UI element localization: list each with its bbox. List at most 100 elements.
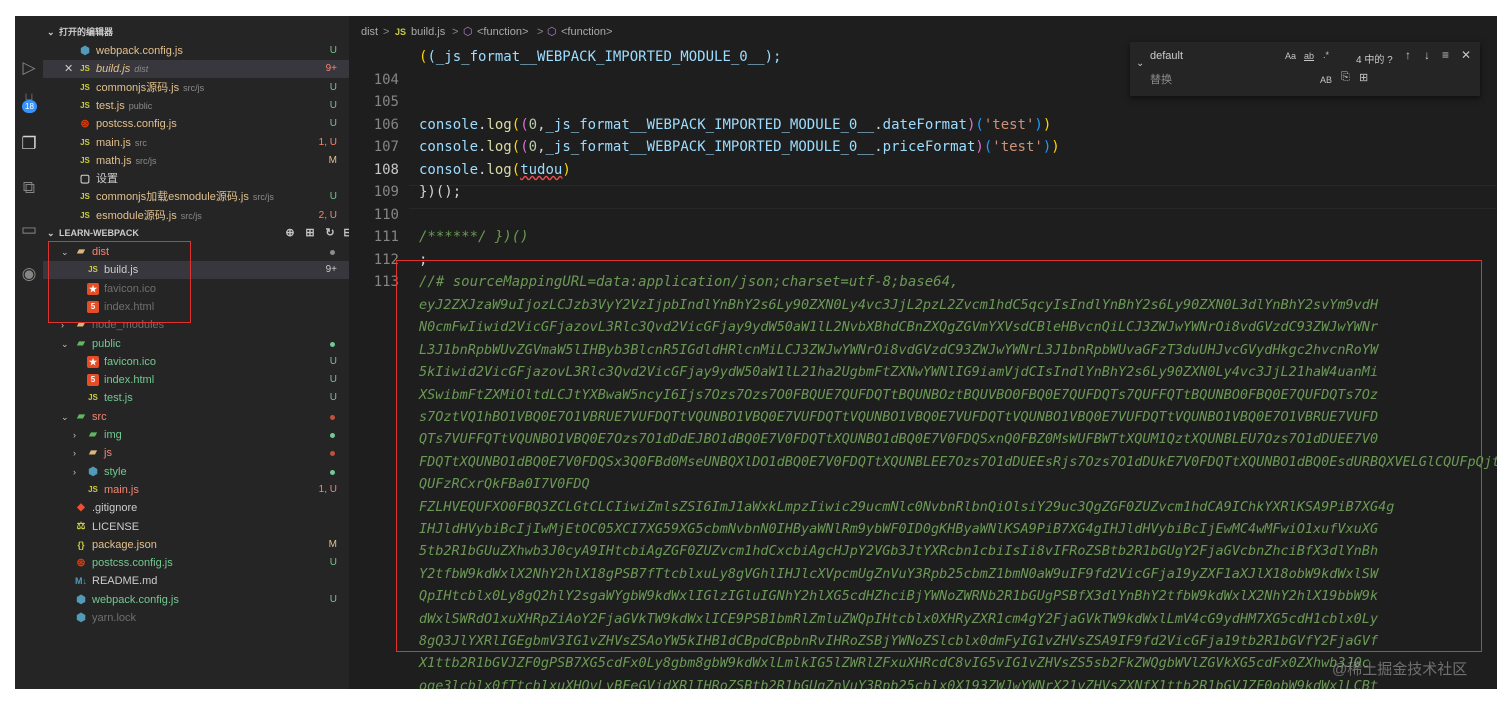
file-path: public — [128, 100, 153, 111]
settings-file-icon: ▢ — [79, 173, 91, 186]
preserve-case-toggle[interactable]: AB — [1320, 75, 1332, 85]
tree-item[interactable]: M↓ README.md — [43, 572, 349, 590]
open-editor-item[interactable]: JS commonjs源码.js src/js U — [43, 79, 349, 97]
find-widget: ⌄ default Aa ab .* 4 中的 ? ↑ ↓ ≡ ✕ 替换 AB … — [1130, 42, 1480, 96]
line-number: 110 — [373, 207, 399, 223]
js-file-icon: JS — [80, 210, 90, 220]
github-icon[interactable]: ◉ — [19, 264, 39, 284]
git-status: U — [329, 557, 337, 569]
file-name: yarn.lock — [92, 612, 137, 624]
tree-item[interactable]: › ⬢ style — [43, 463, 349, 481]
file-name: postcss.config.js — [96, 118, 177, 131]
open-editor-item[interactable]: JS test.js public U — [43, 97, 349, 115]
file-name: style — [104, 465, 127, 478]
tree-item[interactable]: ◆ .gitignore — [43, 499, 349, 517]
extensions-icon[interactable]: ⧉ — [19, 178, 39, 198]
whole-word-toggle[interactable]: ab — [1304, 51, 1314, 61]
file-name: postcss.config.js — [92, 557, 173, 570]
chevron-down-icon[interactable]: ⌄ — [61, 335, 69, 353]
tree-item[interactable]: ⬢ yarn.lock — [43, 609, 349, 627]
git-status: 1, U — [318, 136, 337, 148]
tree-item[interactable]: ★ favicon.ico U — [43, 353, 349, 371]
code-line-107: console.log((0,_js_format__WEBPACK_IMPOR… — [419, 139, 1060, 155]
open-editor-item[interactable]: JS math.js src/js M — [43, 152, 349, 170]
git-status: U — [329, 355, 337, 367]
tree-item[interactable]: ⊛ postcss.config.js U — [43, 554, 349, 572]
tree-item[interactable]: ⌄ ▰ public — [43, 335, 349, 353]
arrow-up-icon[interactable]: ↑ — [1405, 48, 1411, 62]
status-dot — [330, 341, 335, 347]
explorer-sidebar: ⌄ 打开的编辑器 ⬢ webpack.config.js U ✕ JS build.js d… — [43, 16, 353, 689]
file-name: LICENSE — [92, 520, 140, 533]
line-number: 105 — [373, 94, 399, 110]
chevron-right-icon[interactable]: › — [73, 463, 76, 481]
code-line-106: console.log((0,_js_format__WEBPACK_IMPOR… — [419, 117, 1052, 133]
open-editor-item[interactable]: ✕ JS build.js dist 9+ — [43, 60, 349, 79]
file-name: commonjs源码.js — [96, 81, 180, 94]
open-editors-header[interactable]: ⌄ 打开的编辑器 — [43, 23, 349, 41]
tree-item[interactable]: ⬢ webpack.config.js U — [43, 591, 349, 609]
explorer-icon[interactable]: ❐ — [19, 134, 39, 154]
file-path: src/js — [180, 210, 202, 221]
file-path: src/js — [252, 192, 274, 203]
open-editor-item[interactable]: ⊛ postcss.config.js U — [43, 115, 349, 133]
tree-item[interactable]: JS main.js 1, U — [43, 481, 349, 499]
chevron-down-icon[interactable]: ⌄ — [61, 408, 69, 426]
open-editor-item[interactable]: JS commonjs加载esmodule源码.js src/js U — [43, 188, 349, 206]
js-file-icon: JS — [80, 155, 90, 165]
replace-all-icon[interactable]: ⊞ — [1359, 71, 1368, 84]
git-status: U — [329, 593, 337, 605]
js-file-icon: JS — [80, 100, 90, 110]
git-status: M — [328, 538, 337, 550]
tree-item[interactable]: › ▰ js — [43, 444, 349, 462]
js-file-icon: JS — [88, 393, 98, 403]
folder-icon: ▰ — [77, 337, 85, 349]
license-icon: ⚖ — [76, 520, 86, 532]
file-name: 设置 — [96, 173, 118, 186]
folder-icon: ▰ — [89, 429, 97, 440]
json-file-icon: {} — [77, 539, 85, 550]
file-name: .gitignore — [92, 502, 138, 515]
chevron-right-icon[interactable]: › — [73, 426, 76, 444]
open-editor-item[interactable]: JS main.js src 1, U — [43, 134, 349, 152]
line-number: 106 — [373, 117, 399, 133]
run-debug-icon[interactable]: ▷ — [19, 58, 39, 78]
replace-icon[interactable]: ⎘ — [1341, 71, 1350, 84]
refresh-icon[interactable]: ↻ — [323, 224, 337, 242]
regex-toggle[interactable]: .* — [1323, 50, 1329, 60]
breadcrumb: dist > JS build.js > ⬡ <function> > ⬡ <f… — [349, 16, 1497, 42]
file-name: esmodule源码.js — [96, 209, 177, 222]
tree-item[interactable]: JS test.js U — [43, 389, 349, 407]
base64-line: X1ttb2R1bGVJZF0gPSB7XG5cdFx0Ly8gbm8gbW9k… — [419, 655, 1370, 672]
open-editor-item[interactable]: ▢ 设置 — [43, 170, 349, 188]
project-header[interactable]: ⌄ LEARN-WEBPACK ⊕ ⊞ ↻ ⊟ — [43, 224, 353, 242]
status-dot — [330, 414, 335, 420]
replace-input[interactable]: 替换 — [1148, 70, 1348, 90]
remote-explorer-icon[interactable]: ▭ — [19, 220, 39, 240]
code-line-109: })(); — [419, 184, 462, 200]
tree-item[interactable]: {} package.json M — [43, 536, 349, 554]
tree-item[interactable]: › ▰ img — [43, 426, 349, 444]
arrow-down-icon[interactable]: ↓ — [1424, 48, 1430, 62]
toggle-replace-icon[interactable]: ⌄ — [1136, 58, 1144, 69]
open-editor-item[interactable]: ⬢ webpack.config.js U — [43, 42, 349, 60]
tree-item[interactable]: ⚖ LICENSE — [43, 518, 349, 536]
chevron-right-icon[interactable]: › — [73, 444, 76, 462]
new-file-icon[interactable]: ⊕ — [283, 224, 297, 242]
tree-item[interactable]: ⌄ ▰ src — [43, 408, 349, 426]
new-folder-icon[interactable]: ⊞ — [303, 224, 317, 242]
open-editor-item[interactable]: JS esmodule源码.js src/js 2, U — [43, 207, 349, 225]
code-line-108: console.log(tudou) — [419, 162, 571, 178]
file-name: img — [104, 429, 122, 441]
match-case-toggle[interactable]: Aa — [1285, 51, 1296, 61]
tree-item[interactable]: 5 index.html U — [43, 371, 349, 389]
close-icon[interactable]: ✕ — [1461, 48, 1471, 62]
find-input[interactable]: default — [1148, 46, 1348, 66]
js-file-icon: JS — [88, 484, 98, 494]
current-line-highlight — [409, 185, 1497, 209]
git-status: U — [329, 45, 337, 56]
close-icon[interactable]: ✕ — [64, 60, 73, 78]
webpack-icon: ⬢ — [88, 465, 98, 478]
file-name: package.json — [92, 538, 157, 551]
find-in-selection-icon[interactable]: ≡ — [1442, 48, 1449, 62]
